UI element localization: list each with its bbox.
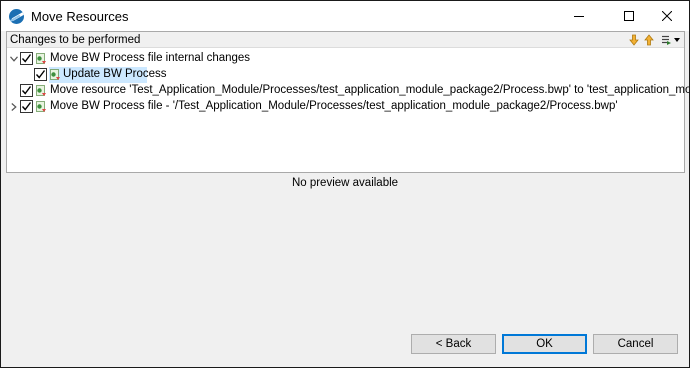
process-change-icon [36, 53, 47, 65]
preview-message: No preview available [291, 177, 399, 189]
tree-item-move-resource[interactable]: Move resource 'Test_Application_Module/P… [7, 83, 689, 99]
item-checkbox[interactable] [20, 52, 33, 65]
chevron-right-icon [11, 103, 17, 111]
checkmark-icon [35, 70, 46, 79]
chevron-down-icon [10, 56, 18, 62]
checkmark-icon [21, 86, 32, 95]
filter-menu-icon [662, 35, 680, 45]
changes-panel-title: Changes to be performed [10, 34, 141, 46]
item-checkbox[interactable] [34, 68, 47, 81]
minimize-button[interactable] [556, 1, 602, 31]
tree-item-label: Update BW Process [63, 68, 167, 80]
minimize-icon [574, 16, 584, 17]
next-change-button[interactable] [627, 33, 641, 47]
expand-collapse-toggle[interactable] [9, 54, 19, 64]
tree-item-label: Move resource 'Test_Application_Module/P… [50, 84, 690, 96]
cancel-button[interactable]: Cancel [593, 334, 678, 354]
item-checkbox[interactable] [20, 84, 33, 97]
tree-item-label: Move BW Process file internal changes [50, 52, 251, 64]
close-button[interactable] [644, 1, 689, 31]
app-icon [9, 9, 24, 24]
process-change-icon [36, 101, 47, 113]
tree-item-label: Move BW Process file - '/Test_Applicatio… [50, 100, 618, 112]
move-resources-dialog: Move Resources Changes to be performed M… [0, 0, 690, 368]
checkmark-icon [21, 102, 32, 111]
tree-item-update-process[interactable]: Update BW Process [7, 67, 684, 83]
item-checkbox[interactable] [20, 100, 33, 113]
ok-button[interactable]: OK [502, 334, 587, 354]
close-icon [662, 11, 672, 21]
expand-collapse-toggle[interactable] [9, 102, 19, 112]
window-title: Move Resources [31, 9, 129, 24]
checkmark-icon [21, 54, 32, 63]
back-button[interactable]: < Back [411, 334, 496, 354]
previous-change-icon [644, 34, 654, 46]
process-change-icon [50, 69, 61, 81]
changes-tree-panel: Changes to be performed Move BW Process … [6, 31, 689, 173]
next-change-icon [629, 34, 639, 46]
previous-change-button[interactable] [642, 33, 656, 47]
tree-item-internal-changes[interactable]: Move BW Process file internal changes [7, 51, 684, 67]
process-change-icon [36, 85, 47, 97]
changes-panel-header: Changes to be performed [7, 32, 684, 48]
dialog-content: Changes to be performed Move BW Process … [1, 31, 689, 367]
title-bar: Move Resources [1, 1, 689, 31]
filter-menu-button[interactable] [660, 33, 682, 47]
tree-item-move-process-file[interactable]: Move BW Process file - '/Test_Applicatio… [7, 99, 684, 115]
maximize-icon [624, 11, 634, 21]
